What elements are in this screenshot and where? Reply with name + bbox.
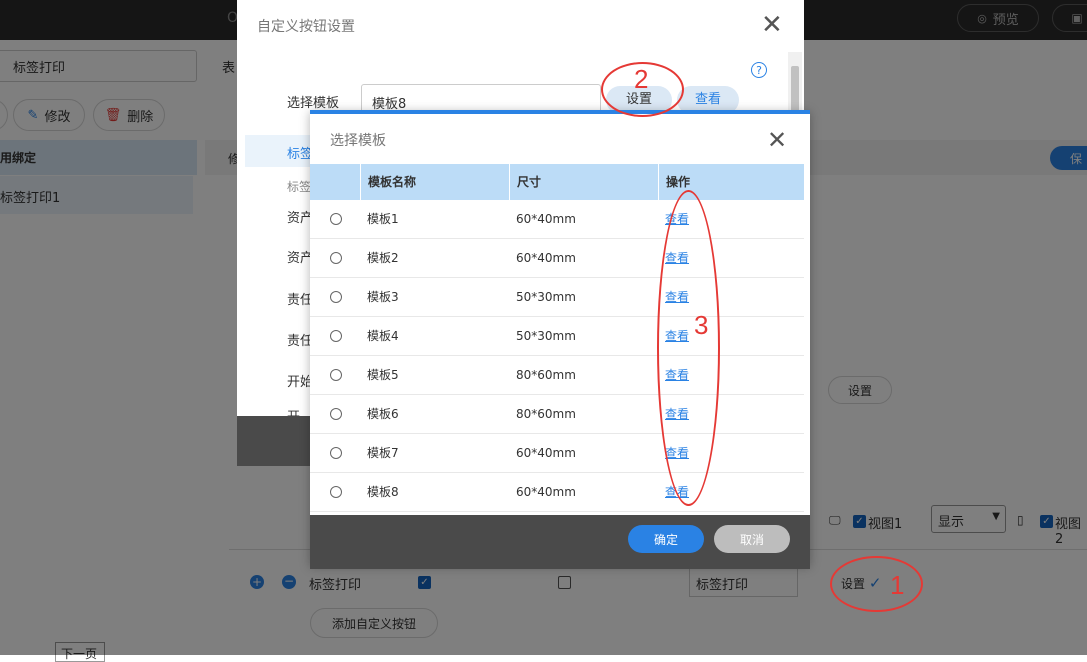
ok-button[interactable]: 确定 (628, 525, 704, 553)
table-row[interactable]: 模板1 60*40mm 查看 (310, 200, 804, 239)
row-size: 50*30mm (516, 290, 576, 304)
annotation-ellipse-3 (657, 190, 720, 506)
row-name: 模板1 (367, 212, 399, 226)
table-row[interactable]: 模板8 60*40mm 查看 (310, 473, 804, 512)
row-size: 60*40mm (516, 251, 576, 265)
row-name: 模板2 (367, 251, 399, 265)
dialog1-title: 自定义按钮设置 (257, 19, 355, 35)
row-size: 80*60mm (516, 407, 576, 421)
row-radio[interactable] (330, 252, 342, 264)
template-table-header: 模板名称 尺寸 操作 (310, 164, 804, 200)
field-label-0: 标签 (287, 180, 312, 194)
table-row[interactable]: 模板4 50*30mm 查看 (310, 317, 804, 356)
col-header-size: 尺寸 (509, 164, 658, 200)
row-radio[interactable] (330, 213, 342, 225)
table-row[interactable]: 模板6 80*60mm 查看 (310, 395, 804, 434)
row-radio[interactable] (330, 408, 342, 420)
row-name: 模板4 (367, 329, 399, 343)
help-icon[interactable]: ? (751, 62, 767, 78)
row-radio[interactable] (330, 486, 342, 498)
close-icon[interactable]: ✕ (761, 12, 783, 38)
row-size: 60*40mm (516, 446, 576, 460)
dialog2-title: 选择模板 (330, 133, 386, 149)
table-row[interactable]: 模板3 50*30mm 查看 (310, 278, 804, 317)
template-label: 选择模板 (287, 96, 340, 111)
select-template-dialog: 选择模板 ✕ 模板名称 尺寸 操作 模板1 60*40mm 查看 模板2 60*… (310, 110, 810, 569)
dialog2-close-icon[interactable]: ✕ (767, 128, 787, 152)
col-header-name: 模板名称 (360, 164, 509, 200)
row-radio[interactable] (330, 369, 342, 381)
annotation-number-2: 2 (634, 64, 649, 94)
row-name: 模板6 (367, 407, 399, 421)
annotation-number-3: 3 (694, 310, 709, 340)
row-size: 60*40mm (516, 485, 576, 499)
annotation-number-1: 1 (890, 570, 905, 600)
table-row[interactable]: 模板7 60*40mm 查看 (310, 434, 804, 473)
row-size: 80*60mm (516, 368, 576, 382)
row-radio[interactable] (330, 447, 342, 459)
template-table-body: 模板1 60*40mm 查看 模板2 60*40mm 查看 模板3 50*30m… (310, 200, 810, 515)
table-row[interactable]: 模板5 80*60mm 查看 (310, 356, 804, 395)
row-name: 模板8 (367, 485, 399, 499)
cancel-button[interactable]: 取消 (714, 525, 790, 553)
annotation-ellipse-1 (830, 556, 923, 612)
dialog2-footer: 确定 取消 (310, 515, 810, 569)
row-name: 模板7 (367, 446, 399, 460)
row-size: 60*40mm (516, 212, 576, 226)
row-radio[interactable] (330, 291, 342, 303)
table-row[interactable]: 模板2 60*40mm 查看 (310, 239, 804, 278)
row-name: 模板5 (367, 368, 399, 382)
row-name: 模板3 (367, 290, 399, 304)
row-radio[interactable] (330, 330, 342, 342)
row-size: 50*30mm (516, 329, 576, 343)
